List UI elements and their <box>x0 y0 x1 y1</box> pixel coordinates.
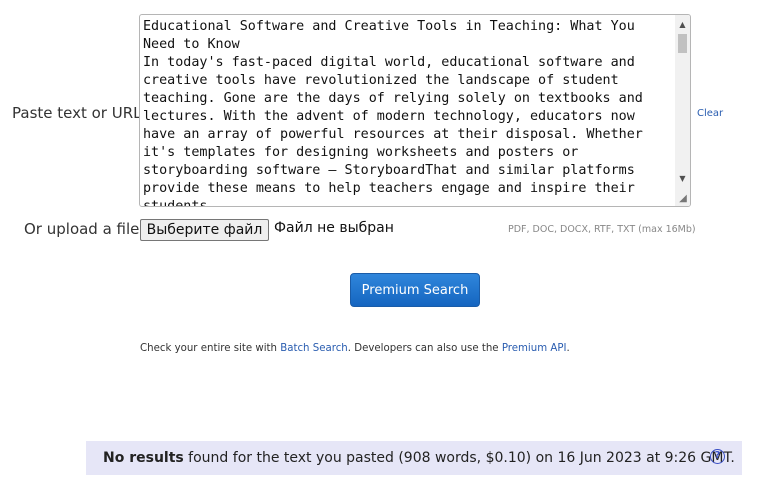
batch-search-link[interactable]: Batch Search <box>280 343 348 354</box>
upload-file-label: Or upload a file: <box>24 220 145 238</box>
clear-link[interactable]: Clear <box>697 108 723 119</box>
info-line: Check your entire site with Batch Search… <box>140 343 570 354</box>
result-detail: found for the text you pasted (908 words… <box>183 450 735 466</box>
choose-file-button[interactable]: Выберите файл <box>140 219 269 241</box>
result-text: No results found for the text you pasted… <box>103 450 735 466</box>
question-circle-icon[interactable]: ? <box>710 449 725 464</box>
textarea-scrollbar[interactable]: ▲ ▼ <box>675 15 690 206</box>
scroll-up-arrow-icon[interactable]: ▲ <box>675 17 690 32</box>
premium-search-button[interactable]: Premium Search <box>350 273 480 307</box>
file-status-text: Файл не выбран <box>274 220 394 236</box>
scroll-down-arrow-icon[interactable]: ▼ <box>675 171 690 186</box>
resize-grip-icon[interactable]: ◢ <box>677 193 689 205</box>
info-suffix: . <box>566 343 570 354</box>
result-bar: No results found for the text you pasted… <box>86 441 742 475</box>
result-bold: No results <box>103 450 184 466</box>
info-prefix: Check your entire site with <box>140 343 281 354</box>
scroll-thumb[interactable] <box>678 34 687 53</box>
info-middle: . Developers can also use the <box>347 343 502 354</box>
paste-text-content[interactable]: Educational Software and Creative Tools … <box>143 18 671 206</box>
premium-api-link[interactable]: Premium API <box>502 343 567 354</box>
paste-text-label: Paste text or URL: <box>12 104 147 122</box>
paste-text-area[interactable]: Educational Software and Creative Tools … <box>139 14 691 207</box>
file-formats-hint: PDF, DOC, DOCX, RTF, TXT (max 16Mb) <box>508 224 696 235</box>
